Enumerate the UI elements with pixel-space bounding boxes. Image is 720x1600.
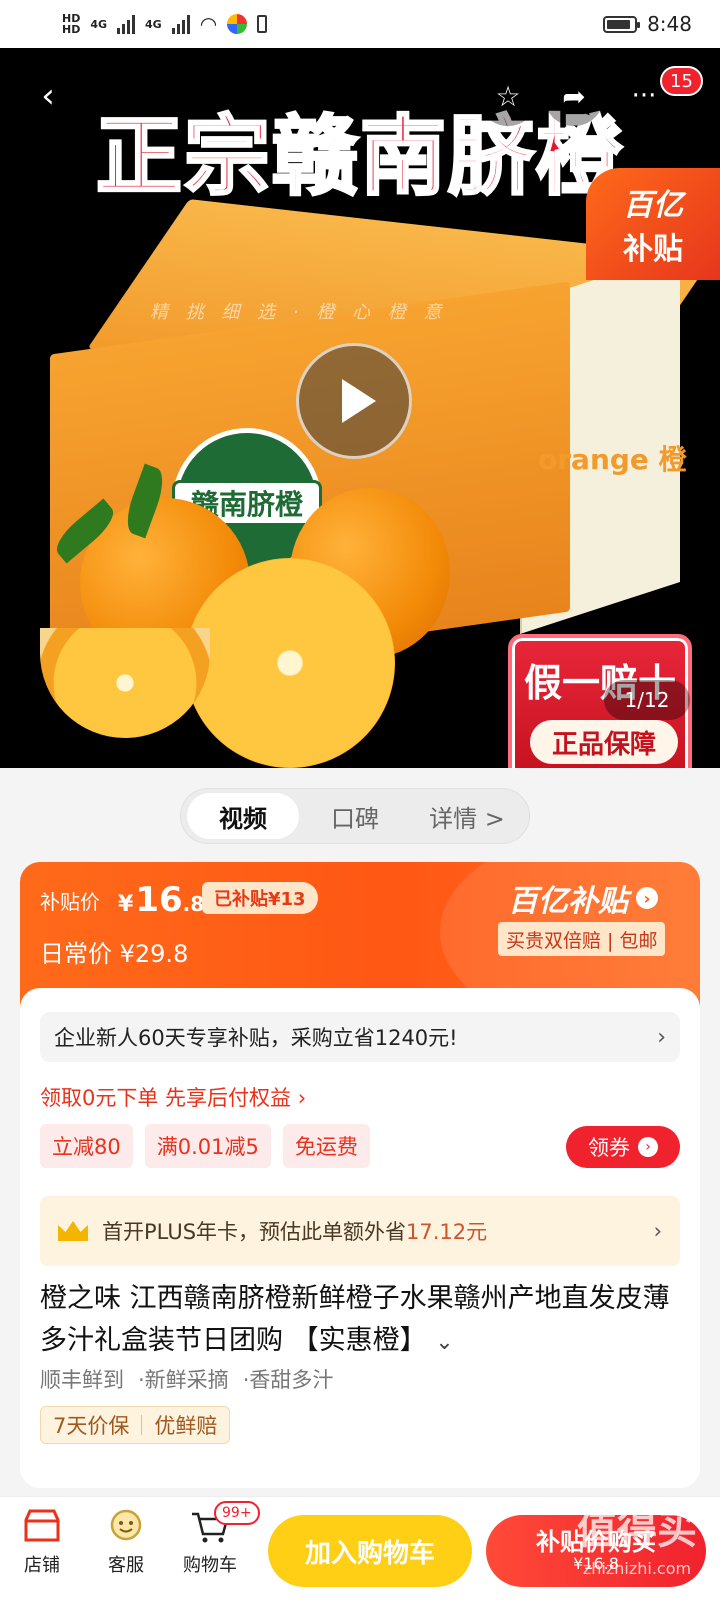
feature-item: ·新鲜采摘 [138,1368,229,1392]
share-button[interactable]: ➦ [544,66,604,126]
network-indicator: HD HD [62,13,80,35]
regular-price: 日常价 ¥29.8 [40,940,189,968]
star-icon: ☆ [495,79,521,113]
play-icon [342,379,376,423]
watermark-url: zhizhizhi.com [582,1559,692,1578]
box-side-label: orange 橙 [538,443,687,476]
subsidy-badge-line2: 补贴 [623,232,683,267]
chevron-right-icon: › [636,887,658,909]
enterprise-promo-text: 企业新人60天专享补贴，采购立省1240元! [54,1026,458,1050]
expand-icon: ⌄ [435,1330,454,1355]
sig-2-label: 4G [145,17,162,31]
coupon-tag[interactable]: 免运费 [282,1124,370,1168]
status-bar: HD HD 4G 4G ◠ 8:48 [0,0,720,48]
store-icon [22,1507,62,1545]
chevron-right-icon: › [653,1219,662,1243]
store-button[interactable]: 店铺 [2,1507,82,1577]
subsidy-price-label: 补贴价 [40,890,100,914]
share-icon: ➦ [562,79,586,113]
tab-video[interactable]: 视频 [187,793,299,839]
cart-badge: 99+ [214,1501,260,1525]
app-icon [227,14,248,34]
coupon-list: 立减80 满0.01减5 免运费 [40,1124,370,1168]
battery-icon [603,15,641,33]
chevron-right-icon: › [638,1137,658,1157]
product-title-text: 橙之味 江西赣南脐橙新鲜橙子水果赣州产地直发皮薄多汁礼盒装节日团购 【实惠橙】 [40,1283,670,1356]
price-int: 16 [135,880,183,920]
guarantee-tag: 7天价保 [53,1414,130,1438]
chat-icon [106,1507,146,1545]
store-label: 店铺 [24,1555,60,1576]
price-guarantee-tags: 买贵双倍赔 | 包邮 [498,922,666,956]
tab-reviews[interactable]: 口碑 [299,793,411,839]
billion-subsidy-label: 百亿补贴 [508,884,628,919]
get-coupon-label: 领券 [588,1136,630,1160]
price-dec: .8 [182,892,205,916]
enterprise-promo-row[interactable]: 企业新人60天专享补贴，采购立省1240元! › [40,1012,680,1062]
billion-subsidy-link[interactable]: 百亿补贴 › [508,876,658,920]
service-label: 客服 [108,1555,144,1576]
play-video-button[interactable] [296,343,412,459]
product-info-card: 企业新人60天专享补贴，采购立省1240元! › 领取0元下单 先享后付权益 ›… [20,988,700,1488]
subsidy-badge: 百亿 补贴 [586,168,720,280]
feature-item: ·香甜多汁 [242,1368,334,1392]
service-guarantee-tags[interactable]: 7天价保 优鲜赔 [40,1406,231,1444]
subsidy-badge-line1: 百亿 [623,188,683,223]
box-print-1: 精 挑 细 选 · 橙 心 橙 意 [150,302,448,323]
add-to-cart-button[interactable]: 加入购物车 [268,1515,472,1587]
more-icon: ··· [631,81,657,111]
cart-button[interactable]: 99+ 购物车 [170,1501,260,1577]
chevron-right-icon: › [657,1024,666,1050]
battery-fill [607,19,631,29]
product-title[interactable]: 橙之味 江西赣南脐橙新鲜橙子水果赣州产地直发皮薄多汁礼盒装节日团购 【实惠橙】 … [40,1278,680,1364]
notification-icon [257,15,268,33]
cart-label: 购物车 [183,1555,237,1576]
subsidy-price: ¥ 16 .8 [118,880,204,920]
signal-icon [117,14,136,34]
content-tabs-area: 视频 口碑 详情 > [0,768,720,854]
clock: 8:48 [647,12,692,36]
crown-icon [58,1221,88,1241]
plus-membership-row[interactable]: 首开PLUS年卡，预估此单额外省 17.12元 › [40,1196,680,1266]
sig-1-label: 4G [90,17,108,31]
subsidized-amount-badge: 已补贴¥13 [202,882,318,914]
currency: ¥ [118,892,134,917]
watermark-text: 值得买 [577,1507,697,1553]
customer-service-button[interactable]: 客服 [86,1507,166,1577]
image-counter: 1/12 [604,680,690,720]
guarantee-sub: 正品保障 [530,720,678,764]
wifi-icon: ◠ [199,12,218,36]
more-badge: 15 [660,66,703,96]
back-icon: ‹ [41,76,55,116]
plus-saving: 17.12元 [406,1220,488,1244]
signal-icon-2 [171,14,190,34]
net-2: HD [62,23,81,36]
orange-wedge [40,628,210,738]
status-left: HD HD 4G 4G ◠ [62,12,268,36]
cart-icon: 99+ [190,1501,260,1545]
status-right: 8:48 [603,12,692,36]
plus-text: 首开PLUS年卡，预估此单额外省 [102,1220,407,1244]
orange-half [185,558,395,768]
site-watermark: 值得买 zhizhizhi.com [554,1500,720,1600]
pay-later-link[interactable]: 领取0元下单 先享后付权益 › [40,1082,306,1112]
feature-item: 顺丰鲜到 [40,1368,124,1392]
feature-list: 顺丰鲜到 ·新鲜采摘 ·香甜多汁 [40,1364,333,1394]
page: HD HD 4G 4G ◠ 8:48 精 挑 细 选 · 橙 心 橙 意 ora… [0,0,720,1600]
product-image-carousel[interactable]: 精 挑 细 选 · 橙 心 橙 意 orange 橙 赣南脐橙 正宗赣南脐橙 百… [0,48,720,768]
coupon-tag[interactable]: 立减80 [40,1124,133,1168]
content-tabs: 视频 口碑 详情 > [180,788,530,844]
tab-details[interactable]: 详情 > [411,793,523,839]
coupon-tag[interactable]: 满0.01减5 [144,1124,271,1168]
guarantee-tag: 优鲜赔 [154,1414,218,1438]
get-coupon-button[interactable]: 领券 › [566,1126,680,1168]
favorite-button[interactable]: ☆ [478,66,538,126]
back-button[interactable]: ‹ [18,66,78,126]
